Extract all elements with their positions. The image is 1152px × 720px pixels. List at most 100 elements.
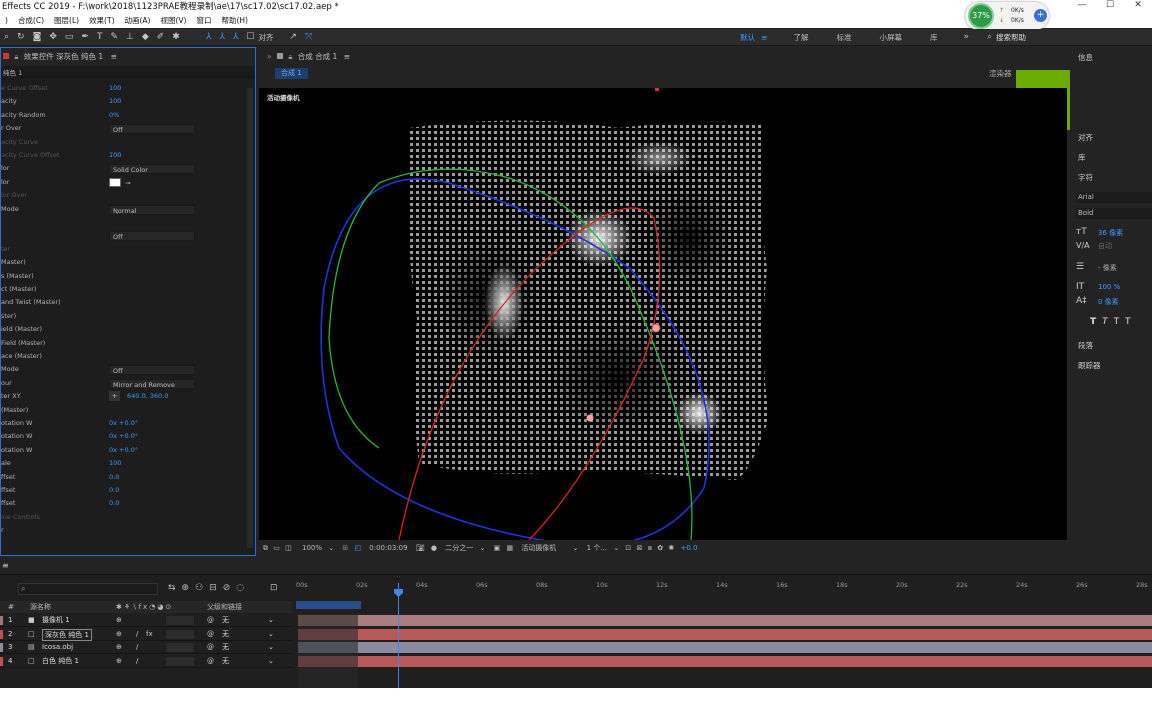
text-tool-icon[interactable]: T [93,32,107,42]
timeline-search-input[interactable]: ⌕ [18,583,158,595]
rotate-tool-icon[interactable]: ↻ [13,32,29,42]
font-family-dropdown[interactable]: Arial [1076,192,1152,203]
stroke-width-value[interactable]: - 像素 [1098,263,1117,273]
layer-name[interactable]: 白色 纯色 1 [42,655,79,668]
layer-label-color[interactable] [0,616,3,625]
effect-property-row[interactable]: otation W 0x +0.0° [1,430,247,443]
effect-controls-tab[interactable]: 🔒︎ 效果控件 深灰色 纯色 1 ≡ [1,48,255,66]
timeline-layer-row[interactable]: 3 ▤ Icosa.obj ⊕ / @ 无 ⌄ [0,641,292,654]
effect-property-row[interactable]: Master) [1,256,247,269]
property-value[interactable]: 100 [109,82,121,95]
camera-snapshot-icon[interactable]: 📷︎ [416,544,425,552]
timeline-switches[interactable]: ⇆⊕⚇⊟⊘◌ [168,583,250,593]
playhead[interactable] [398,583,399,689]
menu-item[interactable]: 动画(A) [120,14,156,28]
timeline-layer-row[interactable]: 2 □ 深灰色 纯色 1 ⊕ / fx @ 无 ⌄ [0,627,292,641]
property-dropdown[interactable]: Off [109,124,195,135]
plus-icon[interactable]: + [1034,9,1047,22]
effect-property-row[interactable]: ffset 0.0 [1,484,247,497]
effect-property-row[interactable]: ster) [1,310,247,323]
draft-3d-icon[interactable]: ✿ [657,544,663,552]
effect-property-row[interactable]: ffset 0.0 [1,497,247,510]
timeline-layer-row[interactable]: 4 □ 白色 纯色 1 ⊕ / @ 无 ⌄ [0,654,292,668]
snapshot-icon[interactable]: ⧉ [263,544,268,552]
parent-dropdown[interactable]: 无 [222,628,229,641]
effect-property-row[interactable]: lor Solid Color [1,162,247,175]
effect-property-row[interactable]: Field (Master) [1,337,247,350]
stamp-tool-icon[interactable]: ⊥ [122,32,138,42]
panel-menu-icon[interactable]: ≡ [344,52,350,61]
lock-icon[interactable]: 🔒︎ [14,52,18,61]
lock-icon[interactable]: 🔒︎ [288,52,292,61]
axis-view-icon[interactable]: ⅄ [229,32,243,42]
chevron-down-icon[interactable]: ⌄ [573,544,579,552]
camera-target-point[interactable] [586,414,594,422]
effect-property-row[interactable]: ace (Master) [1,350,247,363]
render-icon[interactable]: ⊠ [636,544,642,552]
switch-cells[interactable] [166,643,194,652]
effect-property-row[interactable]: ale 100 [1,457,247,470]
workspace-library[interactable]: 库 [930,32,938,43]
text-style-buttons[interactable]: TTTT [1090,317,1136,327]
property-dropdown[interactable]: Mirror and Remove [109,378,195,389]
shy-switch-icon[interactable]: ⊕ [116,655,122,668]
exposure-value[interactable]: +0.0 [680,544,697,552]
mask-icon[interactable]: ◫ [285,544,292,552]
search-tool-icon[interactable]: ⌕ [0,32,13,42]
rectangle-tool-icon[interactable]: ▭ [61,32,78,42]
pan-tool-icon[interactable]: ✥ [45,32,61,42]
paragraph-panel-title[interactable]: 段落 [1078,340,1093,351]
property-value[interactable]: 0x +0.0° [109,444,138,457]
playhead-handle[interactable] [394,589,403,597]
layer-label-color[interactable] [0,643,3,652]
switch-cells[interactable] [166,629,194,639]
baseline-shift-value[interactable]: 0 像素 [1098,297,1119,307]
composition-subtab[interactable]: 合成 1 [275,68,308,79]
chevron-right-icon[interactable]: » [267,52,272,61]
shy-switch-icon[interactable]: ⊕ [116,628,122,641]
chevron-down-icon[interactable]: ⌄ [328,544,334,552]
eraser-tool-icon[interactable]: ◆ [138,32,153,42]
pick-whip-icon[interactable]: @ [207,641,214,654]
menu-item[interactable]: 图层(L) [49,14,84,28]
character-panel-title[interactable]: 字符 [1078,172,1093,183]
align-panel-title[interactable]: 对齐 [1078,132,1093,143]
source-name-header[interactable]: 源名称 [30,601,51,613]
workspace-menu-icon[interactable]: ≡ [761,33,767,42]
effect-property-row[interactable]: ine Controls [1,511,247,524]
search-help-label[interactable]: 搜索帮助 [996,32,1026,43]
property-dropdown[interactable]: Normal [109,204,195,215]
tracker-panel-title[interactable]: 跟踪器 [1078,360,1101,371]
switch-cells[interactable] [166,656,194,666]
property-value[interactable]: 100 [109,457,121,470]
effect-property-row[interactable]: Mode Off [1,363,247,376]
panel-menu-icon[interactable]: ≡ [2,561,9,570]
parent-dropdown[interactable]: 无 [222,655,229,668]
exposure-icon[interactable]: ✺ [668,544,674,552]
effect-property-row[interactable]: otation W 0x +0.0° [1,417,247,430]
color-swatch[interactable] [109,177,121,187]
pick-whip-icon[interactable]: @ [207,628,214,641]
pick-whip-icon[interactable]: @ [207,655,214,668]
switch-cells[interactable] [166,616,194,625]
close-icon[interactable]: ✕ [1124,0,1152,14]
property-dropdown[interactable]: Solid Color [109,164,195,175]
axis-local-icon[interactable]: ⅄ [202,32,216,42]
effect-property-row[interactable]: lor ⊸ [1,176,247,189]
eyedropper-icon[interactable]: ⊸ [125,177,130,190]
toggle-icon[interactable]: ⊡ [625,544,631,552]
effect-property-row[interactable]: our Mirror and Remove [1,377,247,390]
effect-property-row[interactable]: ield (Master) [1,323,247,336]
property-value[interactable]: 0.0 [109,471,119,484]
effect-property-row[interactable]: r [1,524,247,537]
vertical-scale-value[interactable]: 100 % [1098,283,1120,291]
layer-name[interactable]: 摄像机 1 [42,614,70,627]
property-value[interactable]: 100 [109,149,121,162]
layer-label-color[interactable] [0,629,3,639]
quality-switch-icon[interactable]: / [136,628,138,641]
effect-property-row[interactable]: acity 100 [1,95,247,108]
layer-name[interactable]: 深灰色 纯色 1 [42,628,92,641]
view-dropdown[interactable]: 活动摄像机 [521,544,556,552]
menu-item[interactable]: 合成(C) [13,14,49,28]
grid-icon[interactable]: ⊞ [342,544,348,552]
